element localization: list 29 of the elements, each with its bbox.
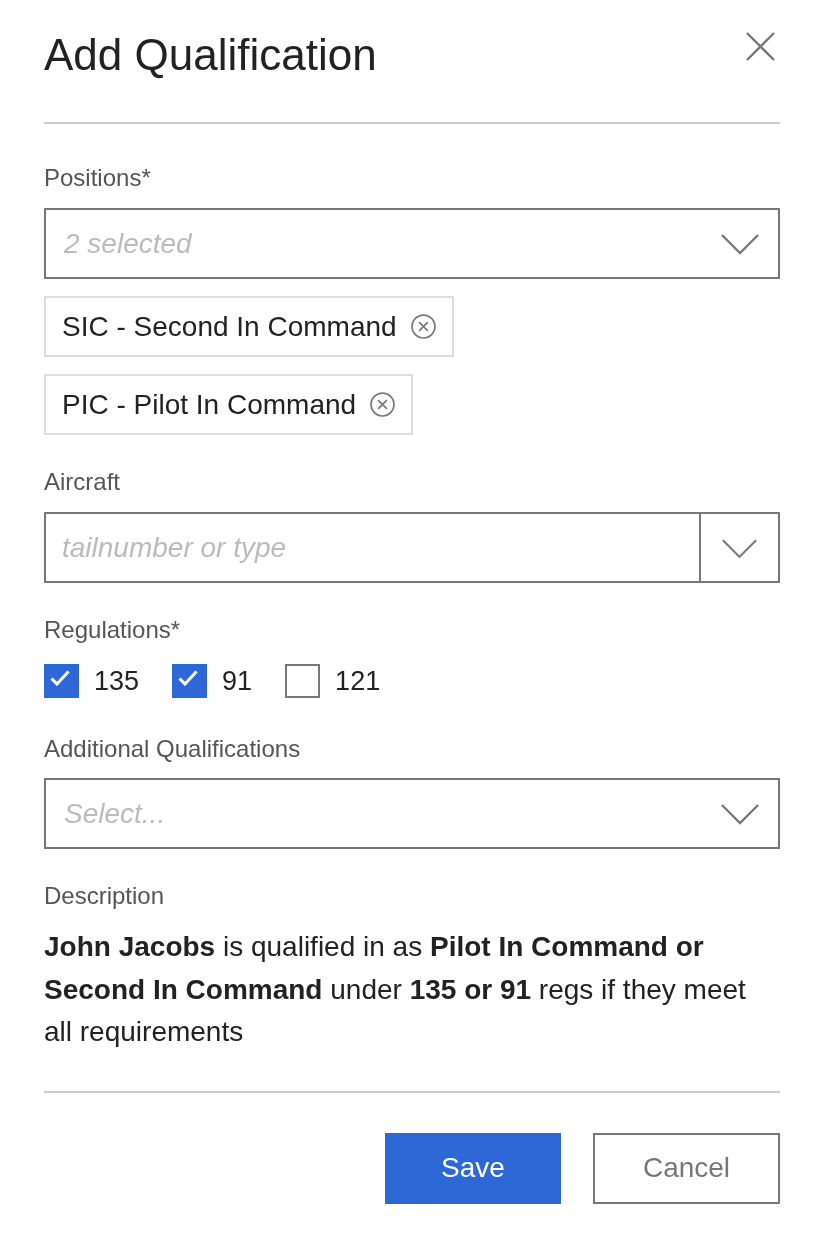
close-icon[interactable] <box>746 32 775 61</box>
chevron-icon <box>721 804 759 825</box>
cancel-button[interactable]: Cancel <box>593 1132 780 1204</box>
aircraft-input[interactable]: tailnumber or type <box>44 512 701 583</box>
field-label: Positions* <box>44 163 151 193</box>
close-circle-icon[interactable] <box>370 392 396 417</box>
positions-select[interactable]: 2 selected <box>44 208 780 279</box>
checkbox-label: 135 <box>94 665 140 698</box>
dialog-title: Add Qualification <box>44 29 377 81</box>
field-label: Regulations* <box>44 615 181 645</box>
qualifications-select[interactable]: Select... <box>44 778 780 849</box>
checkbox[interactable] <box>44 664 79 698</box>
check-icon <box>177 670 198 686</box>
close-circle-icon[interactable] <box>410 314 436 339</box>
description-text: John Jacobs is qualified in as Pilot In Command or Second In Command under 135 or 91 regs if they meet all requirements <box>44 926 780 1093</box>
checkbox-label: 91 <box>222 665 253 698</box>
dropdown-toggle-button[interactable] <box>701 512 780 583</box>
tag-label: SIC - Second In Command <box>62 310 397 343</box>
field-label: Additional Qualifications <box>44 734 301 764</box>
checkbox[interactable] <box>172 664 208 698</box>
checkbox-label: 121 <box>335 665 381 698</box>
chevron-icon <box>722 539 757 559</box>
check-icon <box>49 670 70 686</box>
field-label: Description <box>44 881 165 911</box>
field-label: Aircraft <box>44 467 120 497</box>
tag-label: PIC - Pilot In Command <box>62 388 357 421</box>
save-button[interactable]: Save <box>385 1132 561 1204</box>
checkbox[interactable] <box>285 664 321 698</box>
chevron-icon <box>721 234 759 255</box>
